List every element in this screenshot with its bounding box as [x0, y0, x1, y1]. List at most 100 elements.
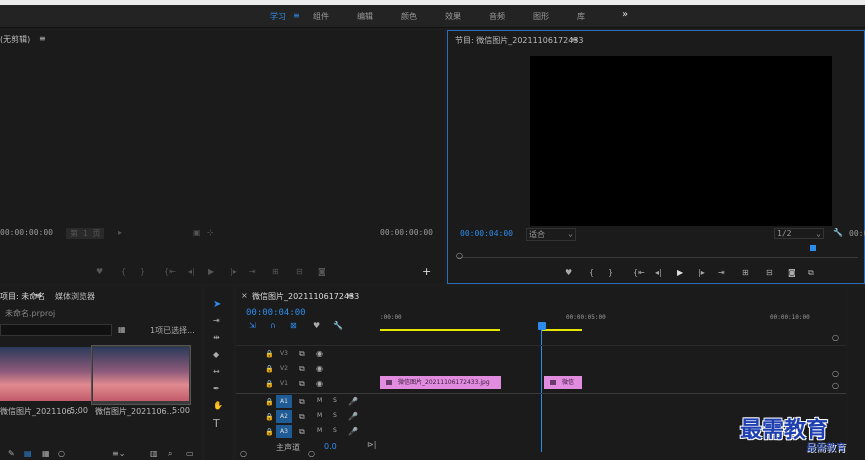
lock-icon[interactable]: 🔒	[265, 428, 274, 436]
sort-icon[interactable]: ≡⌄	[112, 449, 125, 458]
go-to-end-icon[interactable]: ⊳|	[367, 440, 376, 449]
program-mark-in-icon[interactable]: {	[589, 268, 594, 277]
media-browser-tab[interactable]: 媒体浏览器	[55, 291, 95, 302]
workspace-tab-effects[interactable]: 效果	[445, 11, 461, 22]
project-thumbnail[interactable]	[93, 347, 189, 401]
workspace-tab-editing[interactable]: 编辑	[357, 11, 373, 22]
new-item-icon[interactable]: ▭	[186, 449, 194, 458]
source-menu-icon[interactable]: ≡	[39, 34, 46, 43]
solo-button[interactable]: S	[333, 397, 337, 404]
program-step-forward-icon[interactable]: |▸	[698, 268, 705, 277]
source-mark-in-icon[interactable]: {	[121, 267, 126, 276]
workspace-tab-libraries[interactable]: 库	[577, 11, 585, 22]
source-timecode[interactable]: 00:00:00:00	[0, 228, 53, 237]
video-clip[interactable]: 微信	[544, 376, 582, 389]
program-marker-icon[interactable]: ♥	[565, 268, 572, 277]
project-thumbnail[interactable]	[0, 347, 96, 401]
microphone-icon[interactable]: 🎤	[348, 412, 358, 421]
sync-lock-icon[interactable]: ⧉	[299, 379, 305, 389]
solo-button[interactable]: S	[333, 427, 337, 434]
track-label-v3[interactable]: V3	[276, 347, 292, 360]
lock-icon[interactable]: 🔒	[265, 380, 274, 388]
sync-lock-icon[interactable]: ⧉	[299, 427, 305, 437]
workspace-tab-learn[interactable]: 学习	[270, 11, 286, 22]
program-monitor-title[interactable]: 节目: 微信图片_20211106172433	[455, 35, 584, 46]
slip-tool-icon[interactable]: ↔	[213, 367, 220, 376]
new-bin-icon[interactable]: ▦	[118, 325, 126, 334]
source-insert-icon[interactable]: ⊞	[272, 267, 279, 276]
sync-lock-icon[interactable]: ⧉	[299, 397, 305, 407]
mute-button[interactable]: M	[317, 397, 322, 404]
hand-tool-icon[interactable]: ✋	[213, 401, 223, 410]
source-overwrite-icon[interactable]: ⊟	[296, 267, 303, 276]
vertical-scroll-handle[interactable]: ○	[832, 369, 839, 378]
project-search-input[interactable]	[0, 324, 112, 336]
source-monitor-title[interactable]: (无剪辑)	[0, 34, 30, 45]
program-playhead[interactable]	[810, 245, 816, 251]
workspace-tab-color[interactable]: 颜色	[401, 11, 417, 22]
sync-lock-icon[interactable]: ⧉	[299, 412, 305, 422]
sync-lock-icon[interactable]: ⧉	[299, 364, 305, 374]
mute-button[interactable]: M	[317, 412, 322, 419]
workspace-tab-audio[interactable]: 音频	[489, 11, 505, 22]
work-area-bar[interactable]	[380, 329, 500, 331]
source-page-dropdown[interactable]: 第 1 页	[66, 228, 105, 239]
ripple-edit-tool-icon[interactable]: ⇹	[213, 333, 220, 342]
sync-lock-icon[interactable]: ⧉	[299, 349, 305, 359]
workspace-menu-icon[interactable]: ≡	[293, 11, 300, 20]
program-fit-dropdown[interactable]: 适合 ⌄	[526, 228, 576, 241]
video-clip[interactable]: 微信图片_20211106172433.jpg	[380, 376, 501, 389]
mute-button[interactable]: M	[317, 427, 322, 434]
program-timecode[interactable]: 00:00:04:00	[460, 229, 513, 238]
source-export-frame-icon[interactable]: ◙	[318, 267, 326, 276]
microphone-icon[interactable]: 🎤	[348, 427, 358, 436]
program-menu-icon[interactable]: ≡	[571, 35, 578, 44]
eye-icon[interactable]: ◉	[316, 349, 323, 358]
source-mark-out-icon[interactable]: }	[140, 267, 145, 276]
pen-tool-icon[interactable]: ✒	[213, 384, 220, 393]
type-tool-icon[interactable]: T	[213, 417, 220, 430]
new-bin-icon[interactable]: ▥	[150, 449, 158, 458]
source-step-back-icon[interactable]: ◂|	[188, 267, 195, 276]
program-go-in-icon[interactable]: {⇤	[633, 268, 645, 277]
track-label-v1[interactable]: V1	[276, 377, 292, 390]
source-go-out-icon[interactable]: ⇥	[249, 267, 256, 276]
nest-toggle-icon[interactable]: ⇲	[249, 321, 256, 330]
program-zoom-handle[interactable]: ○	[456, 251, 463, 260]
program-play-icon[interactable]: ▶	[677, 268, 683, 277]
program-resolution-dropdown[interactable]: 1/2 ⌄	[774, 228, 824, 239]
selection-tool-icon[interactable]: ➤	[213, 299, 221, 310]
program-step-back-icon[interactable]: ◂|	[655, 268, 662, 277]
workspace-tab-graphics[interactable]: 图形	[533, 11, 549, 22]
lock-icon[interactable]: 🔒	[265, 398, 274, 406]
zoom-slider-handle[interactable]: ○	[58, 449, 65, 458]
work-area-bar[interactable]	[542, 329, 582, 331]
add-marker-icon[interactable]: ♥	[313, 321, 320, 330]
source-marker-icon[interactable]: ♥	[96, 267, 103, 276]
source-go-in-icon[interactable]: {⇤	[164, 267, 176, 276]
solo-button[interactable]: S	[333, 412, 337, 419]
razor-tool-icon[interactable]: ◆	[213, 350, 219, 359]
microphone-icon[interactable]: 🎤	[348, 397, 358, 406]
vertical-scroll-handle[interactable]: ○	[832, 333, 839, 342]
program-export-frame-icon[interactable]: ◙	[788, 268, 796, 277]
vertical-scroll-handle[interactable]: ○	[832, 381, 839, 390]
sequence-tab[interactable]: 微信图片_20211106172433	[252, 291, 359, 302]
workspace-more-icon[interactable]: »	[622, 9, 628, 20]
pencil-icon[interactable]: ✎	[8, 449, 15, 458]
project-menu-icon[interactable]: ≡	[35, 291, 42, 300]
linked-selection-icon[interactable]: ⊠	[290, 321, 297, 330]
track-label-a3[interactable]: A3	[276, 425, 292, 438]
master-volume-value[interactable]: 0.0	[324, 442, 337, 451]
source-play-icon[interactable]: ▶	[208, 267, 214, 276]
program-compare-icon[interactable]: ⧉	[808, 268, 814, 278]
list-view-icon[interactable]: ▤	[24, 449, 32, 458]
lock-icon[interactable]: 🔒	[265, 413, 274, 421]
program-extract-icon[interactable]: ⊟	[766, 268, 773, 277]
track-select-tool-icon[interactable]: ⇥	[213, 316, 220, 325]
timeline-timecode[interactable]: 00:00:04:00	[246, 308, 306, 318]
program-scrub-bar[interactable]	[458, 257, 858, 258]
program-lift-icon[interactable]: ⊞	[742, 268, 749, 277]
wrench-icon[interactable]: 🔧	[833, 228, 843, 237]
program-go-out-icon[interactable]: ⇥	[718, 268, 725, 277]
